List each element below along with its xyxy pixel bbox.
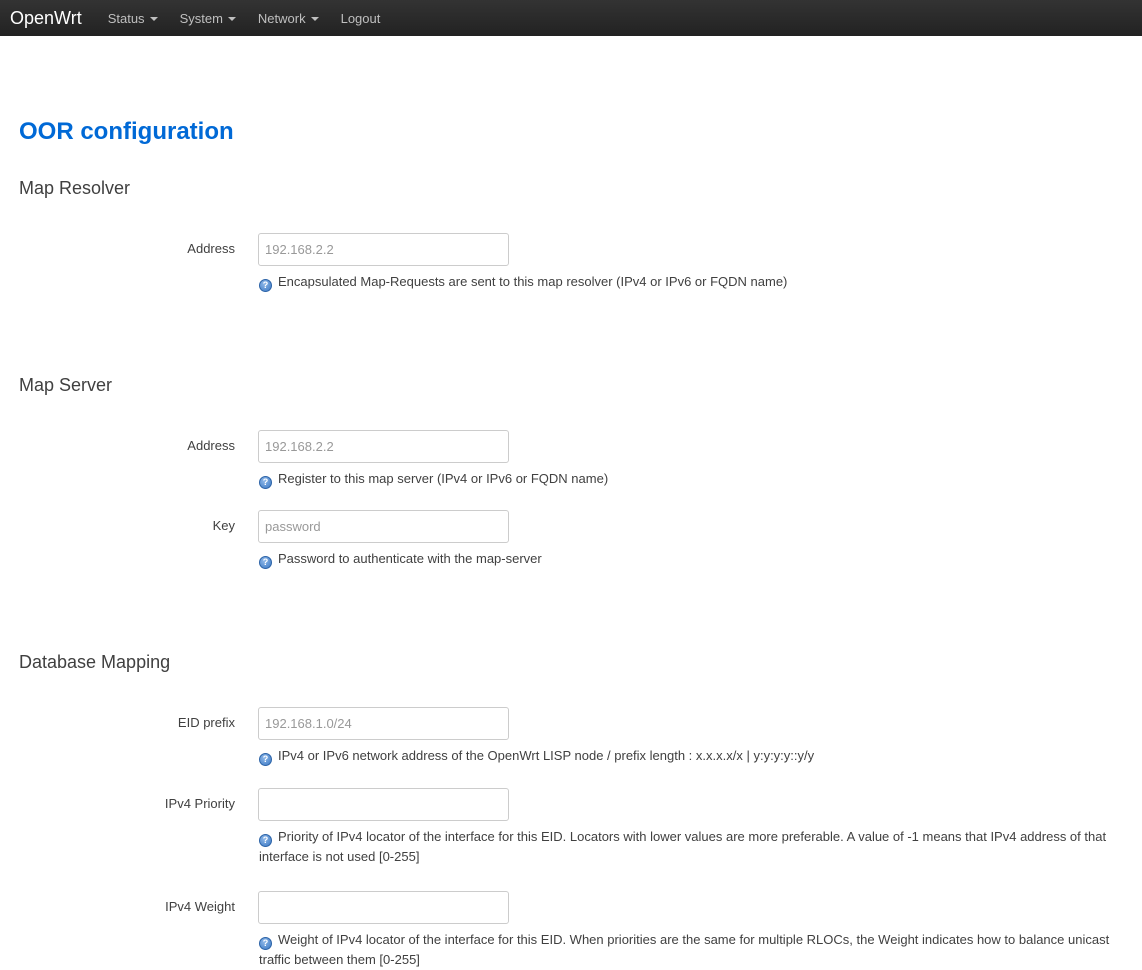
top-navbar: OpenWrt Status System Network Logout [0, 0, 1142, 36]
brand-logo[interactable]: OpenWrt [10, 0, 82, 36]
help-icon: ? [259, 834, 272, 847]
map-server-address-input[interactable] [258, 430, 509, 463]
map-server-key-input[interactable] [258, 510, 509, 543]
field-help: ? Password to authenticate with the map-s… [259, 549, 1139, 569]
map-resolver-address-input[interactable] [258, 233, 509, 266]
help-icon: ? [259, 753, 272, 766]
section-title-database-mapping: Database Mapping [19, 652, 171, 672]
ipv4-weight-input[interactable] [258, 891, 509, 924]
field-label: Key [212, 518, 235, 533]
help-icon: ? [259, 556, 272, 569]
field-help: ? IPv4 or IPv6 network address of the Ope… [259, 746, 1139, 766]
section-title-map-server: Map Server [19, 375, 113, 395]
help-icon: ? [259, 279, 272, 292]
section-title-map-resolver: Map Resolver [19, 178, 131, 198]
field-help: ? Register to this map server (IPv4 or IP… [259, 469, 1139, 489]
field-help: ? Encapsulated Map-Requests are sent to t… [259, 272, 1139, 292]
nav-logout[interactable]: Logout [341, 11, 381, 26]
help-icon: ? [259, 476, 272, 489]
nav-system[interactable]: System [180, 11, 236, 26]
ipv4-priority-input[interactable] [258, 788, 509, 821]
field-label: Address [187, 241, 235, 256]
chevron-down-icon [149, 16, 158, 21]
field-label: IPv4 Weight [165, 899, 235, 914]
chevron-down-icon [227, 16, 236, 21]
nav-status[interactable]: Status [108, 11, 158, 26]
field-help: ? Weight of IPv4 locator of the interface… [259, 932, 1110, 967]
eid-prefix-input[interactable] [258, 707, 509, 740]
nav-network[interactable]: Network [258, 11, 319, 26]
field-label: IPv4 Priority [164, 796, 235, 811]
chevron-down-icon [310, 16, 319, 21]
page-title: OOR configuration [19, 118, 234, 145]
field-help: ? Priority of IPv4 locator of the interfa… [259, 829, 1107, 864]
help-icon: ? [259, 937, 272, 950]
field-label: Address [187, 438, 235, 453]
main-nav: Status System Network Logout [108, 11, 403, 26]
field-label: EID prefix [177, 715, 235, 730]
